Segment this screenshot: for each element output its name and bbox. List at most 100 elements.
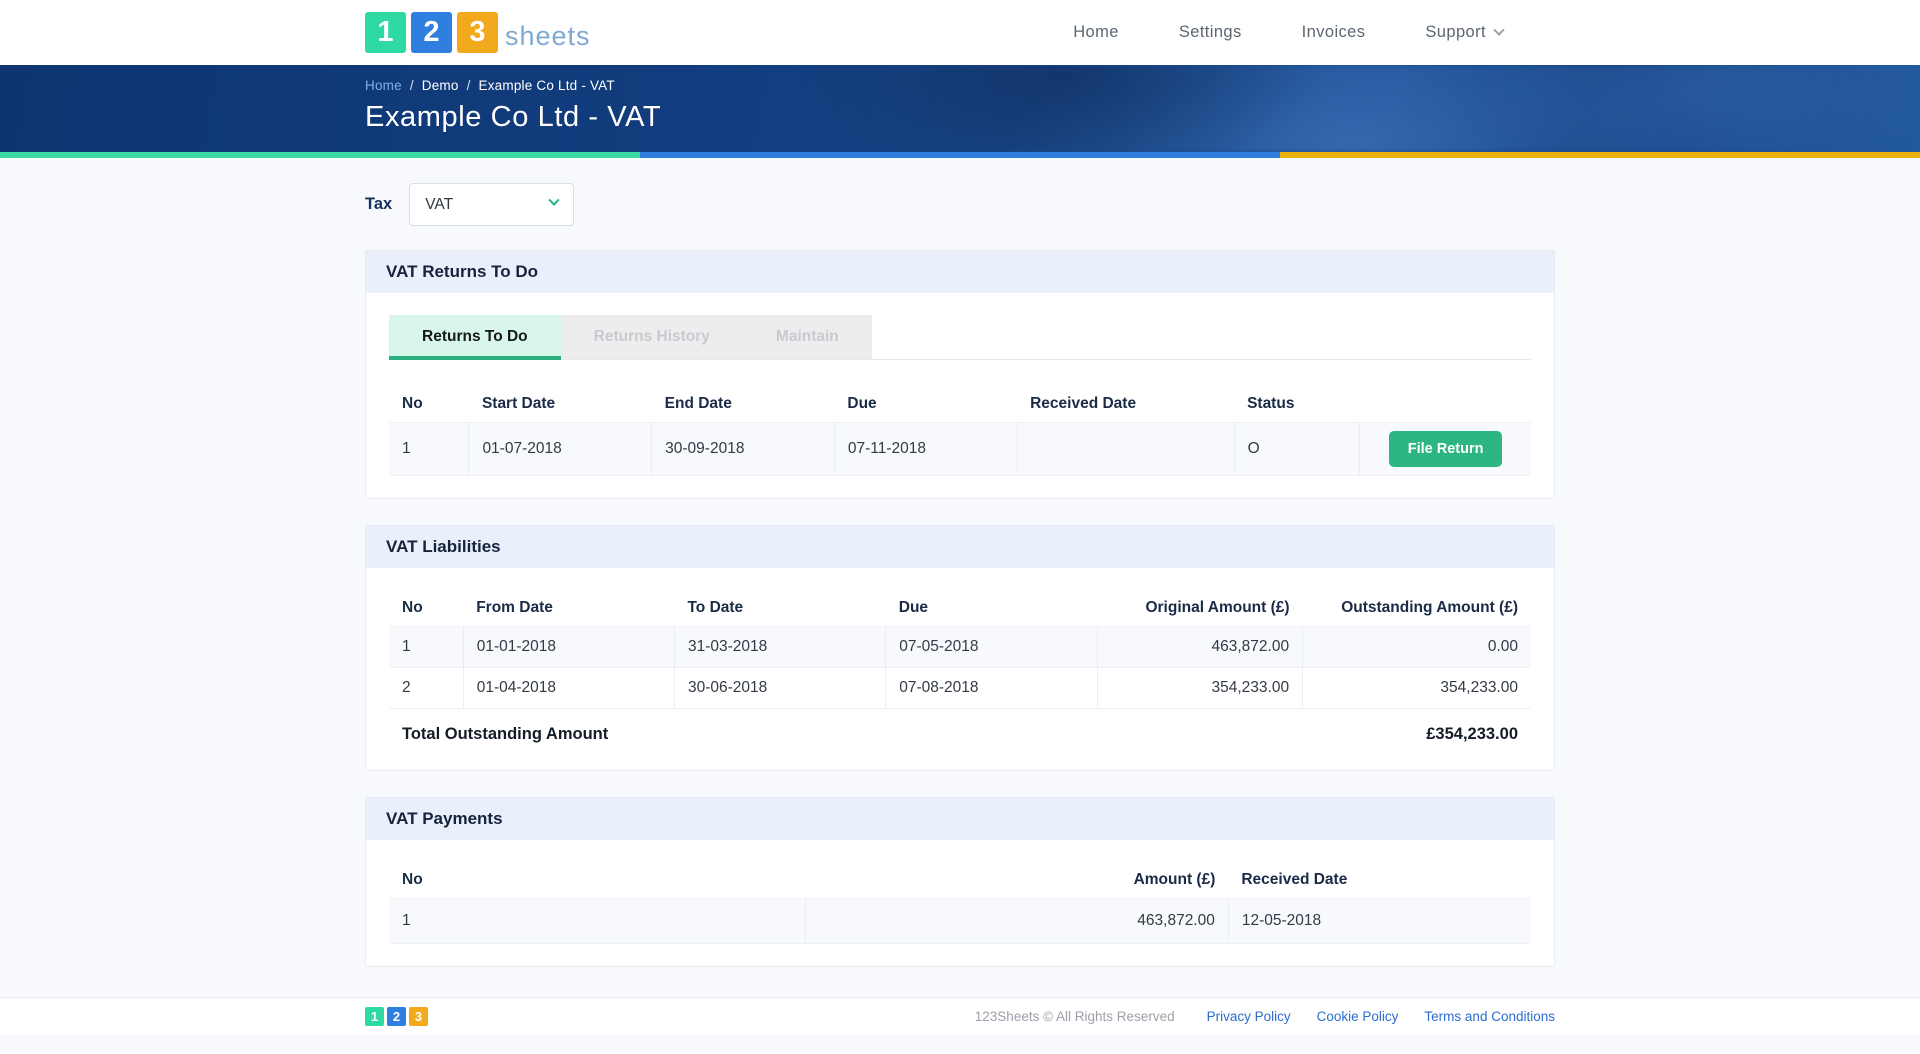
logo-digit-1: 1 (365, 1007, 384, 1026)
column-header: From Date (463, 590, 674, 627)
nav-item-invoices[interactable]: Invoices (1302, 23, 1366, 42)
cell-no: 1 (389, 899, 806, 944)
brand-logo[interactable]: 1 2 3 sheets (365, 12, 591, 53)
column-header-actions (1360, 386, 1531, 423)
tax-select[interactable]: VAT (409, 183, 574, 226)
logo-digit-2: 2 (411, 12, 452, 53)
total-outstanding-value: £354,233.00 (1426, 725, 1518, 744)
cell-from-date: 01-01-2018 (463, 627, 674, 668)
chevron-down-icon (549, 195, 560, 206)
top-bar: 1 2 3 sheets Home Settings Invoices Supp… (0, 0, 1920, 65)
cell-action: File Return (1360, 423, 1531, 476)
tax-filter-row: Tax VAT (365, 183, 1555, 226)
footer: 1 2 3 123Sheets © All Rights Reserved Pr… (0, 997, 1920, 1035)
breadcrumb-current: Example Co Ltd - VAT (479, 78, 615, 93)
nav-item-support[interactable]: Support (1425, 23, 1503, 42)
liabilities-table: No From Date To Date Due Original Amount… (389, 590, 1531, 709)
card-header: VAT Liabilities (366, 526, 1554, 568)
accent-stripe (0, 152, 1920, 158)
column-header: Received Date (1228, 862, 1531, 899)
tax-select-value: VAT (425, 196, 453, 214)
logo-digit-3: 3 (457, 12, 498, 53)
column-header: Due (886, 590, 1097, 627)
column-header: Received Date (1017, 386, 1234, 423)
table-row: 2 01-04-2018 30-06-2018 07-08-2018 354,2… (389, 668, 1531, 709)
table-row: 1 01-01-2018 31-03-2018 07-05-2018 463,8… (389, 627, 1531, 668)
payments-table: No Amount (£) Received Date 1 463,872.00… (389, 862, 1531, 944)
table-header-row: No Start Date End Date Due Received Date… (389, 386, 1531, 423)
breadcrumb-home-link[interactable]: Home (365, 78, 402, 93)
vat-payments-card: VAT Payments No Amount (£) Received Date… (365, 797, 1555, 967)
tab-returns-to-do[interactable]: Returns To Do (389, 315, 561, 360)
logo-digit-1: 1 (365, 12, 406, 53)
footer-link-terms-and-conditions[interactable]: Terms and Conditions (1424, 1009, 1555, 1024)
cell-end-date: 30-09-2018 (652, 423, 835, 476)
card-title: VAT Returns To Do (386, 262, 538, 281)
column-header: To Date (674, 590, 885, 627)
cell-due: 07-08-2018 (886, 668, 1097, 709)
cell-original-amount: 354,233.00 (1097, 668, 1303, 709)
cell-to-date: 30-06-2018 (674, 668, 885, 709)
cell-no: 2 (389, 668, 463, 709)
tax-label: Tax (365, 195, 392, 214)
logo-digit-2: 2 (387, 1007, 406, 1026)
nav-item-label: Invoices (1302, 23, 1366, 42)
cell-received-date (1017, 423, 1234, 476)
cell-outstanding-amount: 354,233.00 (1303, 668, 1531, 709)
file-return-button[interactable]: File Return (1389, 431, 1503, 467)
cell-status: O (1234, 423, 1360, 476)
footer-link-cookie-policy[interactable]: Cookie Policy (1317, 1009, 1399, 1024)
column-header: No (389, 590, 463, 627)
nav-item-label: Settings (1179, 23, 1242, 42)
cell-amount: 463,872.00 (806, 899, 1229, 944)
hero-banner: Home / Demo / Example Co Ltd - VAT Examp… (0, 65, 1920, 152)
main-nav: Home Settings Invoices Support (1073, 23, 1555, 42)
table-row: 1 463,872.00 12-05-2018 (389, 899, 1531, 944)
breadcrumb-item-demo: Demo (422, 78, 459, 93)
card-title: VAT Liabilities (386, 537, 501, 556)
cell-received-date: 12-05-2018 (1228, 899, 1531, 944)
column-header: Due (834, 386, 1017, 423)
cell-original-amount: 463,872.00 (1097, 627, 1303, 668)
cell-outstanding-amount: 0.00 (1303, 627, 1531, 668)
cell-start-date: 01-07-2018 (469, 423, 652, 476)
column-header: Outstanding Amount (£) (1303, 590, 1531, 627)
logo-digit-3: 3 (409, 1007, 428, 1026)
cell-from-date: 01-04-2018 (463, 668, 674, 709)
nav-item-label: Support (1425, 23, 1486, 42)
column-header: Status (1234, 386, 1360, 423)
cell-no: 1 (389, 627, 463, 668)
breadcrumb-separator: / (410, 78, 414, 93)
cell-to-date: 31-03-2018 (674, 627, 885, 668)
vat-liabilities-card: VAT Liabilities No From Date To Date Due… (365, 525, 1555, 771)
table-row: 1 01-07-2018 30-09-2018 07-11-2018 O Fil… (389, 423, 1531, 476)
total-outstanding-row: Total Outstanding Amount £354,233.00 (389, 709, 1531, 748)
cell-no: 1 (389, 423, 469, 476)
tab-returns-history[interactable]: Returns History (561, 315, 743, 359)
footer-brand-logo[interactable]: 1 2 3 (365, 1007, 428, 1026)
tab-maintain[interactable]: Maintain (743, 315, 872, 359)
returns-table: No Start Date End Date Due Received Date… (389, 386, 1531, 476)
table-header-row: No Amount (£) Received Date (389, 862, 1531, 899)
vat-returns-card: VAT Returns To Do Returns To Do Returns … (365, 250, 1555, 499)
card-title: VAT Payments (386, 809, 503, 828)
card-header: VAT Payments (366, 798, 1554, 840)
nav-item-settings[interactable]: Settings (1179, 23, 1242, 42)
cell-due: 07-11-2018 (834, 423, 1017, 476)
column-header: End Date (652, 386, 835, 423)
column-header: Start Date (469, 386, 652, 423)
total-outstanding-label: Total Outstanding Amount (402, 725, 608, 744)
nav-item-label: Home (1073, 23, 1119, 42)
column-header: No (389, 862, 806, 899)
column-header: No (389, 386, 469, 423)
main-content: Tax VAT VAT Returns To Do Returns To Do … (365, 183, 1555, 967)
nav-item-home[interactable]: Home (1073, 23, 1119, 42)
chevron-down-icon (1493, 24, 1504, 35)
cell-due: 07-05-2018 (886, 627, 1097, 668)
copyright-text: 123Sheets © All Rights Reserved (975, 1009, 1175, 1024)
brand-name: sheets (505, 23, 591, 53)
page-title: Example Co Ltd - VAT (365, 101, 1555, 134)
footer-link-privacy-policy[interactable]: Privacy Policy (1207, 1009, 1291, 1024)
column-header: Original Amount (£) (1097, 590, 1303, 627)
column-header: Amount (£) (806, 862, 1229, 899)
